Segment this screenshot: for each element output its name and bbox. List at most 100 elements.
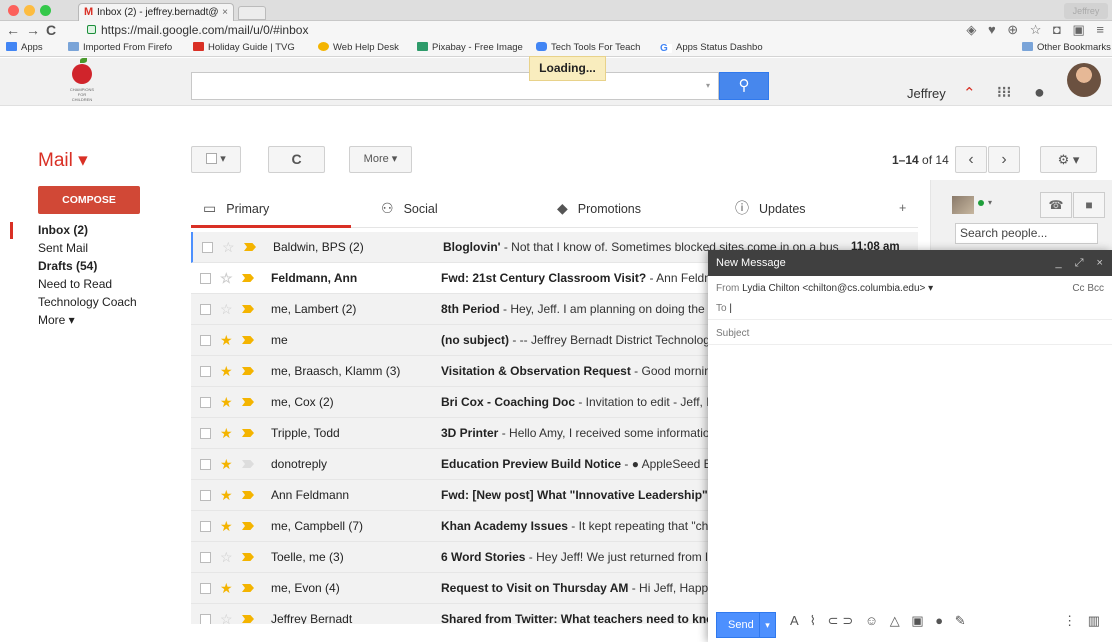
apps-grid-icon[interactable]: ⁝⁝⁝ [997, 83, 1011, 101]
importance-marker-icon[interactable] [242, 305, 254, 313]
row-checkbox[interactable] [200, 552, 211, 563]
browser-profile-button[interactable]: Jeffrey [1064, 3, 1108, 19]
notifications-icon[interactable]: ⌃ [963, 84, 976, 102]
from-selector[interactable]: Lydia Chilton <chilton@cs.columbia.edu> … [742, 283, 933, 294]
star-icon[interactable]: ★ [220, 449, 233, 480]
organization-logo[interactable]: CHAMPIONS FOR CHILDREN [52, 58, 112, 105]
row-checkbox[interactable] [200, 490, 211, 501]
row-checkbox[interactable] [202, 242, 213, 253]
row-checkbox[interactable] [200, 459, 211, 470]
compose-window-controls[interactable]: _ ⤢ × [1056, 250, 1108, 276]
tab-promotions[interactable]: ◆ Promotions [557, 188, 717, 228]
minimize-window-icon[interactable] [24, 5, 35, 16]
row-checkbox[interactable] [200, 273, 211, 284]
maximize-window-icon[interactable] [40, 5, 51, 16]
back-arrow-icon[interactable]: ← [6, 21, 20, 39]
star-icon[interactable]: ★ [220, 418, 233, 449]
other-bookmarks[interactable]: Other Bookmarks [1022, 39, 1111, 57]
importance-marker-icon[interactable] [242, 460, 254, 468]
compose-button[interactable]: COMPOSE [38, 186, 140, 214]
bookmark-tech-tools[interactable]: Tech Tools For Teach [536, 39, 640, 57]
star-icon[interactable]: ★ [220, 325, 233, 356]
compose-header[interactable]: New Message _ ⤢ × [708, 250, 1112, 276]
search-options-icon[interactable]: ▾ [706, 81, 710, 90]
cc-bcc-link[interactable]: Cc Bcc [1072, 278, 1104, 300]
refresh-button[interactable]: C [268, 146, 325, 173]
row-checkbox[interactable] [200, 304, 211, 315]
add-tab-button[interactable]: + [899, 188, 918, 228]
new-tab-button[interactable] [238, 6, 266, 20]
send-options-icon[interactable]: ▾ [759, 613, 775, 637]
user-name[interactable]: Jeffrey [907, 86, 946, 101]
video-call-button[interactable]: ■ [1073, 192, 1105, 218]
to-field[interactable]: To | [708, 298, 1112, 320]
select-all-checkbox[interactable]: ▾ [191, 146, 241, 173]
row-checkbox[interactable] [200, 397, 211, 408]
importance-marker-icon[interactable] [242, 274, 254, 282]
subject-field[interactable]: Subject [708, 323, 1112, 345]
importance-marker-icon[interactable] [242, 615, 254, 623]
sidebar-item-more[interactable]: More ▾ [38, 313, 75, 327]
forward-arrow-icon[interactable]: → [26, 21, 40, 39]
more-options-icons[interactable]: ⋮ ▥ [1063, 613, 1104, 629]
row-checkbox[interactable] [200, 428, 211, 439]
row-checkbox[interactable] [200, 583, 211, 594]
bookmark-holiday-guide[interactable]: Holiday Guide | TVG [193, 39, 295, 57]
star-icon[interactable]: ★ [220, 387, 233, 418]
row-checkbox[interactable] [200, 335, 211, 346]
bookmark-apps[interactable]: Apps [6, 39, 43, 57]
star-icon[interactable]: ☆ [222, 232, 235, 263]
importance-marker-icon[interactable] [242, 522, 254, 530]
sidebar-item-technology-coach[interactable]: Technology Coach [38, 295, 137, 309]
avatar[interactable] [1067, 63, 1101, 97]
profile-thumbnail[interactable] [952, 196, 974, 214]
tab-close-icon[interactable]: × [222, 4, 228, 21]
tab-primary[interactable]: ▭ Primary [191, 188, 351, 228]
sidebar-item-sent[interactable]: Sent Mail [38, 241, 88, 255]
more-button[interactable]: More ▾ [349, 146, 412, 173]
search-input[interactable]: ▾ [191, 72, 719, 100]
close-window-icon[interactable] [8, 5, 19, 16]
importance-marker-icon[interactable] [242, 553, 254, 561]
sidebar-item-inbox[interactable]: Inbox (2) [38, 223, 88, 237]
importance-marker-icon[interactable] [242, 398, 254, 406]
bookmark-pixabay[interactable]: Pixabay - Free Image [417, 39, 523, 57]
browser-tab[interactable]: M Inbox (2) - jeffrey.bernadt@ × [78, 3, 234, 21]
address-bar[interactable]: https://mail.google.com/mail/u/0/#inbox [101, 22, 308, 38]
formatting-toolbar-icons[interactable]: A ⌇ ⊂⊃ ☺ △ ▣ ● ✎ [790, 613, 970, 629]
star-icon[interactable]: ☆ [220, 604, 233, 624]
next-page-button[interactable]: › [988, 146, 1020, 173]
star-icon[interactable]: ★ [220, 511, 233, 542]
sidebar-item-need-to-read[interactable]: Need to Read [38, 277, 112, 291]
bookmark-web-help-desk[interactable]: Web Help Desk [318, 39, 399, 57]
importance-marker-icon[interactable] [242, 336, 254, 344]
settings-gear-icon[interactable]: ⚙ ▾ [1040, 146, 1097, 173]
importance-marker-icon[interactable] [242, 491, 254, 499]
row-checkbox[interactable] [200, 366, 211, 377]
mail-menu[interactable]: Mail ▾ [38, 149, 88, 172]
sidebar-item-drafts[interactable]: Drafts (54) [38, 259, 97, 273]
star-icon[interactable]: ☆ [220, 263, 233, 294]
search-button[interactable]: ⚲ [719, 72, 769, 100]
star-icon[interactable]: ☆ [220, 294, 233, 325]
row-checkbox[interactable] [200, 614, 211, 624]
bookmark-apps-status[interactable]: G Apps Status Dashbo [660, 39, 763, 57]
search-people-input[interactable]: Search people... [955, 223, 1098, 244]
star-icon[interactable]: ☆ [220, 542, 233, 573]
extension-icons[interactable]: ◈ ♥ ⊕ ☆ ◘ ▣ ≡ [966, 22, 1108, 38]
circle-icon[interactable]: ● [1034, 82, 1045, 103]
tab-updates[interactable]: ⓘ Updates [735, 188, 885, 228]
importance-marker-icon[interactable] [242, 584, 254, 592]
star-icon[interactable]: ★ [220, 573, 233, 604]
row-checkbox[interactable] [200, 521, 211, 532]
star-icon[interactable]: ★ [220, 480, 233, 511]
phone-call-button[interactable]: ☎ [1040, 192, 1072, 218]
importance-marker-icon[interactable] [244, 243, 256, 251]
tab-social[interactable]: ⚇ Social [381, 188, 541, 228]
send-button[interactable]: Send ▾ [716, 612, 776, 638]
status-dropdown-icon[interactable]: ▾ [988, 198, 992, 207]
bookmark-imported[interactable]: Imported From Firefo [68, 39, 172, 57]
importance-marker-icon[interactable] [242, 367, 254, 375]
star-icon[interactable]: ★ [220, 356, 233, 387]
prev-page-button[interactable]: ‹ [955, 146, 987, 173]
